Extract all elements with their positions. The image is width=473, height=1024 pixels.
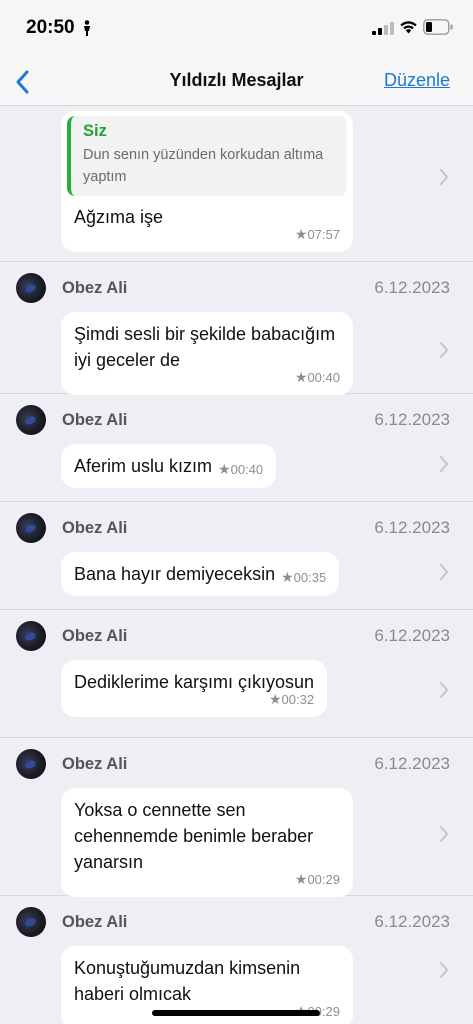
sender-name: Obez Ali [62,519,128,537]
list-item[interactable]: Obez Ali 6.12.2023 Bana hayır demiyeceks… [0,502,473,610]
message-time: 00:29 [307,872,340,887]
wifi-icon [400,21,417,34]
quote-author: Siz [83,122,107,140]
list-item[interactable]: Siz Dun senın yüzünden korkudan altıma y… [0,107,473,262]
sender-name: Obez Ali [62,627,128,645]
message-date: 6.12.2023 [374,912,450,931]
star-icon: ★ [281,569,294,585]
star-icon: ★ [268,691,282,707]
avatar[interactable] [16,749,46,779]
battery-icon [423,19,453,35]
chevron-right-icon[interactable] [439,456,449,472]
list-item[interactable]: Obez Ali 6.12.2023 Konuştuğumuzdan kimse… [0,896,473,1024]
message-date: 6.12.2023 [374,278,450,297]
message-text: Aferim uslu kızım [74,456,213,476]
star-icon: ★ [294,871,308,887]
message-meta: ★00:35 [281,569,326,586]
edit-button[interactable]: Düzenle [384,70,450,91]
chevron-right-icon[interactable] [439,962,449,978]
message-bubble[interactable]: Şimdi sesli bir şekilde babacığım iyi ge… [61,312,353,395]
chevron-right-icon[interactable] [439,169,449,185]
sender-name: Obez Ali [62,279,128,297]
message-bubble[interactable]: Bana hayır demiyeceksin ★00:35 [61,552,340,596]
list-item[interactable]: Obez Ali 6.12.2023 Aferim uslu kızım ★00:… [0,394,473,502]
message-bubble[interactable]: Yoksa o cennette sen cehennemde benimle … [61,788,353,897]
message-date: 6.12.2023 [374,410,450,429]
star-icon: ★ [294,369,308,385]
chevron-right-icon[interactable] [439,342,449,358]
chevron-right-icon[interactable] [439,564,449,580]
avatar[interactable] [16,513,46,543]
status-bar: 20:50 [0,0,473,58]
list-item[interactable]: Obez Ali 6.12.2023 Yoksa o cennette sen … [0,738,473,897]
star-icon: ★ [294,226,308,242]
quoted-message[interactable]: Siz Dun senın yüzünden korkudan altıma y… [67,116,347,196]
avatar[interactable] [16,405,46,435]
avatar[interactable] [16,273,46,303]
message-time: 00:40 [230,462,264,477]
sender-name: Obez Ali [62,755,128,773]
message-date: 6.12.2023 [374,626,450,645]
message-time: 00:32 [281,692,315,707]
message-bubble[interactable]: Siz Dun senın yüzünden korkudan altıma y… [61,111,353,252]
star-icon: ★ [218,461,231,477]
home-indicator[interactable] [152,1010,320,1016]
message-time: 00:40 [307,370,340,385]
message-time: 07:57 [307,227,340,242]
quote-text: Dun senın yüzünden korkudan altıma yaptı… [83,147,324,185]
message-bubble[interactable]: Aferim uslu kızım ★00:40 [61,444,277,488]
avatar[interactable] [16,907,46,937]
list-item[interactable]: Obez Ali 6.12.2023 Şimdi sesli bir şekil… [0,262,473,395]
message-meta: ★00:40 [218,461,263,478]
nav-bar: Yıldızlı Mesajlar Düzenle [0,58,473,106]
message-text: Şimdi sesli bir şekilde babacığım iyi ge… [74,324,336,370]
status-time: 20:50 [26,17,75,38]
avatar[interactable] [16,621,46,651]
starred-messages-list: Siz Dun senın yüzünden korkudan altıma y… [0,107,473,1024]
message-date: 6.12.2023 [374,518,450,537]
sender-name: Obez Ali [62,411,128,429]
cellular-signal-icon [372,22,394,35]
person-icon [84,20,90,36]
chevron-right-icon[interactable] [439,826,449,842]
message-time: 00:35 [293,570,327,585]
sender-name: Obez Ali [62,913,128,931]
message-text: Yoksa o cennette sen cehennemde benimle … [74,800,314,872]
message-text: Konuştuğumuzdan kimsenin haberi olmıcak [74,958,301,1004]
chevron-right-icon[interactable] [439,682,449,698]
message-date: 6.12.2023 [374,754,450,773]
message-text: Bana hayır demiyeceksin [74,564,276,584]
list-item[interactable]: Obez Ali 6.12.2023 Dediklerime karşımı ç… [0,610,473,738]
message-bubble[interactable]: Dediklerime karşımı çıkıyosun ★00:32 [61,660,328,717]
